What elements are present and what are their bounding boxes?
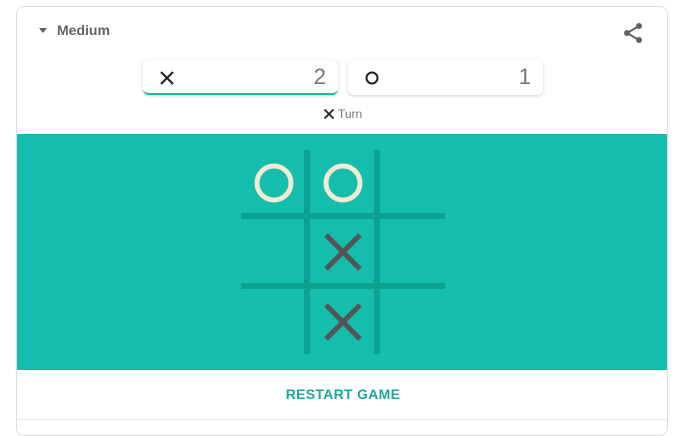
difficulty-label: Medium xyxy=(57,22,110,38)
restart-game-button[interactable]: RESTART GAME xyxy=(286,386,401,402)
tic-tac-toe-card: Medium 2 1 Turn RESTART GAME xyxy=(16,6,668,436)
board-cell-1-2[interactable] xyxy=(380,219,446,285)
score-card-x: 2 xyxy=(143,60,338,95)
o-symbol-icon xyxy=(365,71,379,85)
game-board xyxy=(17,134,667,370)
board-cell-0-1 xyxy=(310,150,376,216)
footer: RESTART GAME xyxy=(17,370,667,420)
x-mark-icon xyxy=(324,233,362,271)
board-cell-2-0[interactable] xyxy=(241,289,307,355)
turn-label: Turn xyxy=(338,107,363,121)
share-icon[interactable] xyxy=(621,21,645,45)
o-mark-icon xyxy=(323,163,363,203)
board-cell-0-2[interactable] xyxy=(380,150,446,216)
x-mark-icon xyxy=(324,303,362,341)
caret-down-icon xyxy=(39,27,47,33)
board-cell-0-0 xyxy=(241,150,307,216)
board-cell-2-2[interactable] xyxy=(380,289,446,355)
board-cell-1-1 xyxy=(310,219,376,285)
score-x-value: 2 xyxy=(313,64,326,89)
turn-indicator: Turn xyxy=(323,107,362,121)
x-symbol-icon xyxy=(160,71,174,85)
board-cell-1-0[interactable] xyxy=(241,219,307,285)
difficulty-dropdown[interactable]: Medium xyxy=(39,22,110,38)
board-cell-2-1 xyxy=(310,289,376,355)
score-o-value: 1 xyxy=(518,64,531,89)
score-card-o: 1 xyxy=(348,60,543,95)
x-turn-icon xyxy=(323,108,335,120)
o-mark-icon xyxy=(254,163,294,203)
